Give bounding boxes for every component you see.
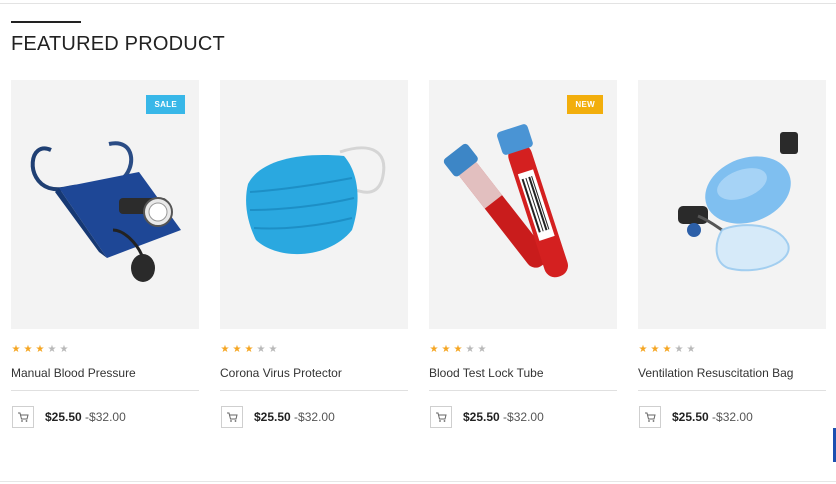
product-card[interactable]: SALE ★ ★ ★ ★ ★ Manual Blood Pressure $25…	[11, 80, 199, 440]
star-filled-icon: ★	[429, 344, 439, 355]
product-divider	[11, 390, 199, 391]
star-filled-icon: ★	[220, 344, 230, 355]
section-title: FEATURED PRODUCT	[11, 33, 225, 55]
blood-pressure-cuff-icon	[30, 141, 181, 282]
price-high: -$32.00	[712, 410, 753, 424]
cart-icon	[645, 412, 656, 422]
product-price: $25.50 -$32.00	[463, 410, 544, 424]
price-high: -$32.00	[294, 410, 335, 424]
face-mask-icon	[246, 146, 386, 255]
star-empty-icon: ★	[465, 344, 475, 355]
section-title-accent	[11, 21, 81, 23]
star-filled-icon: ★	[232, 344, 242, 355]
add-to-cart-button[interactable]	[430, 406, 452, 428]
rating-stars: ★ ★ ★ ★ ★	[429, 344, 487, 356]
price-low: $25.50	[254, 410, 291, 424]
star-empty-icon: ★	[47, 344, 57, 355]
price-low: $25.50	[672, 410, 709, 424]
product-card[interactable]: NEW ★ ★ ★ ★ ★ Blood Test Lock Tube $25.5…	[429, 80, 617, 440]
star-empty-icon: ★	[256, 344, 266, 355]
rating-stars: ★ ★ ★ ★ ★	[11, 344, 69, 356]
product-divider	[429, 390, 617, 391]
product-image[interactable]: SALE	[11, 80, 199, 329]
product-card[interactable]: ★ ★ ★ ★ ★ Corona Virus Protector $25.50 …	[220, 80, 408, 440]
top-divider	[0, 3, 836, 4]
product-name-link[interactable]: Ventilation Resuscitation Bag	[638, 366, 793, 380]
product-price: $25.50 -$32.00	[672, 410, 753, 424]
product-grid: SALE ★ ★ ★ ★ ★ Manual Blood Pressure $25…	[11, 80, 831, 440]
star-filled-icon: ★	[11, 344, 21, 355]
rating-stars: ★ ★ ★ ★ ★	[638, 344, 696, 356]
cart-icon	[436, 412, 447, 422]
new-badge: NEW	[567, 95, 603, 114]
resuscitation-bag-icon	[678, 132, 798, 272]
product-image[interactable]	[220, 80, 408, 329]
star-filled-icon: ★	[441, 344, 451, 355]
star-empty-icon: ★	[477, 344, 487, 355]
product-image[interactable]: NEW	[429, 80, 617, 329]
product-divider	[220, 390, 408, 391]
product-card[interactable]: ★ ★ ★ ★ ★ Ventilation Resuscitation Bag …	[638, 80, 826, 440]
star-filled-icon: ★	[35, 344, 45, 355]
rating-stars: ★ ★ ★ ★ ★	[220, 344, 278, 356]
product-divider	[638, 390, 826, 391]
star-filled-icon: ★	[244, 344, 254, 355]
price-high: -$32.00	[503, 410, 544, 424]
product-name-link[interactable]: Manual Blood Pressure	[11, 366, 136, 380]
product-name-link[interactable]: Corona Virus Protector	[220, 366, 342, 380]
add-to-cart-button[interactable]	[12, 406, 34, 428]
star-empty-icon: ★	[268, 344, 278, 355]
price-low: $25.50	[463, 410, 500, 424]
star-filled-icon: ★	[662, 344, 672, 355]
star-filled-icon: ★	[650, 344, 660, 355]
bottom-divider	[0, 481, 836, 482]
add-to-cart-button[interactable]	[221, 406, 243, 428]
star-empty-icon: ★	[59, 344, 69, 355]
star-filled-icon: ★	[453, 344, 463, 355]
star-empty-icon: ★	[686, 344, 696, 355]
product-price: $25.50 -$32.00	[254, 410, 335, 424]
sale-badge: SALE	[146, 95, 185, 114]
add-to-cart-button[interactable]	[639, 406, 661, 428]
star-filled-icon: ★	[23, 344, 33, 355]
product-name-link[interactable]: Blood Test Lock Tube	[429, 366, 544, 380]
cart-icon	[227, 412, 238, 422]
star-filled-icon: ★	[638, 344, 648, 355]
star-empty-icon: ★	[674, 344, 684, 355]
price-high: -$32.00	[85, 410, 126, 424]
blood-test-tubes-icon	[443, 124, 568, 278]
price-low: $25.50	[45, 410, 82, 424]
cart-icon	[18, 412, 29, 422]
product-image[interactable]	[638, 80, 826, 329]
product-price: $25.50 -$32.00	[45, 410, 126, 424]
